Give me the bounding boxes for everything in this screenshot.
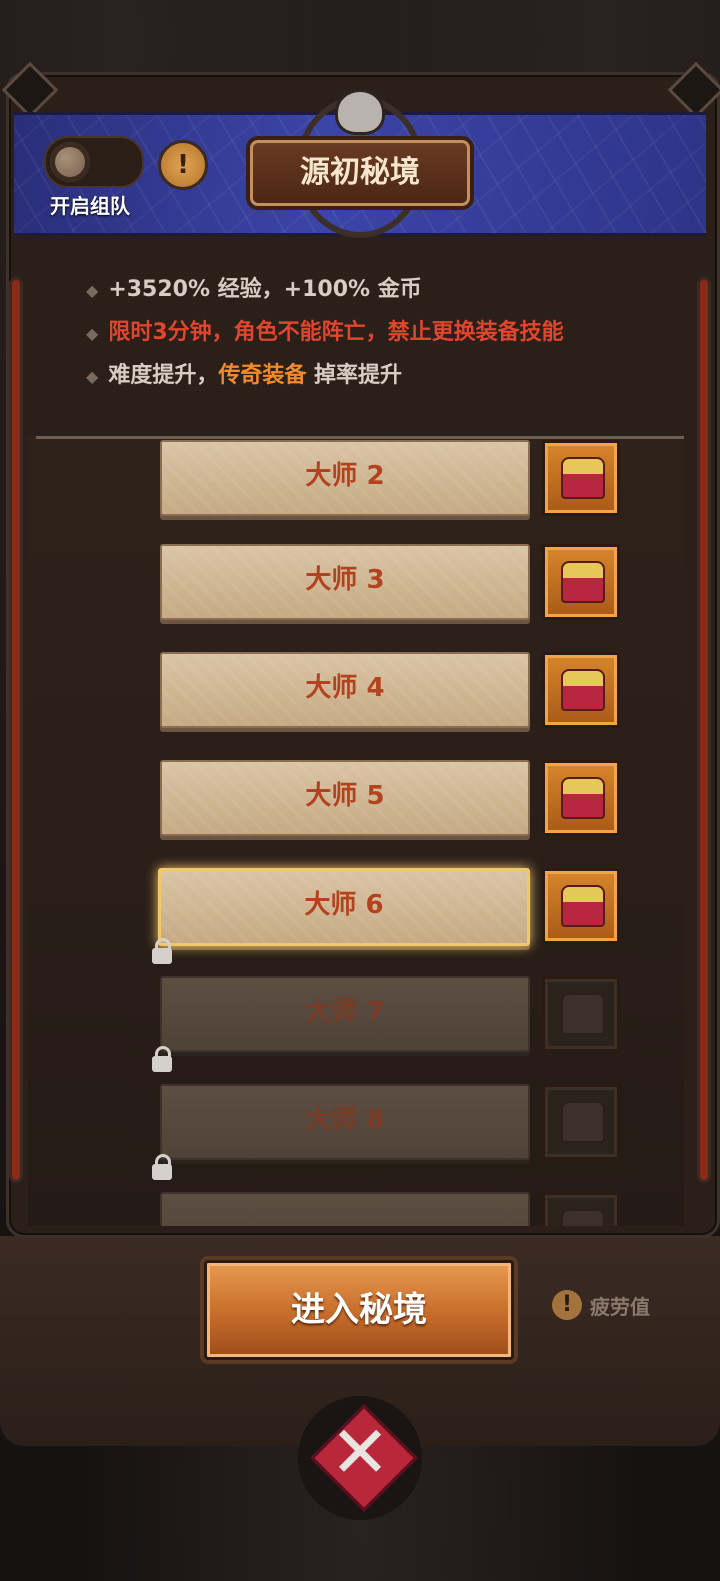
left-rail xyxy=(12,280,20,1180)
description-list: ◆ +3520% 经验，+100% 金币 ◆ 限时3分钟，角色不能阵亡，禁止更换装备… xyxy=(86,274,564,403)
team-toggle-label: 开启组队 xyxy=(50,194,130,218)
level-row-locked: 大师 8 xyxy=(152,1046,622,1160)
reward-chest-locked[interactable] xyxy=(542,1192,620,1226)
level-button-selected[interactable]: 大师 6 xyxy=(158,868,530,946)
description-item: ◆ 难度提升，传奇装备 掉率提升 xyxy=(86,360,564,403)
divider xyxy=(36,436,684,439)
chest-icon xyxy=(561,993,605,1035)
info-icon[interactable]: ! xyxy=(158,140,208,190)
description-item: ◆ +3520% 经验，+100% 金币 xyxy=(86,274,564,317)
close-icon[interactable]: ✕ xyxy=(320,1412,400,1492)
level-button[interactable]: 大师 5 xyxy=(160,760,530,836)
fatigue-info-icon[interactable]: ! xyxy=(552,1290,582,1320)
chest-icon xyxy=(561,457,605,499)
reward-chest[interactable] xyxy=(542,868,620,944)
page-title: 源初秘境 xyxy=(250,140,470,206)
level-row-locked xyxy=(152,1154,622,1226)
chest-icon xyxy=(561,1101,605,1143)
level-row: 大师 3 xyxy=(160,544,622,620)
lock-icon xyxy=(152,1154,172,1180)
chest-icon xyxy=(561,1209,605,1226)
toggle-knob xyxy=(50,142,90,182)
legendary-highlight: 传奇装备 xyxy=(218,363,307,388)
reward-chest-locked[interactable] xyxy=(542,976,620,1052)
reward-chest[interactable] xyxy=(542,652,620,728)
reward-text: +3520% 经验，+100% 金币 xyxy=(108,277,422,302)
diamond-bullet-icon: ◆ xyxy=(86,367,99,386)
reward-chest[interactable] xyxy=(542,544,620,620)
level-row: 大师 5 xyxy=(160,760,622,836)
chest-icon xyxy=(561,777,605,819)
description-item: ◆ 限时3分钟，角色不能阵亡，禁止更换装备技能 xyxy=(86,317,564,360)
level-button[interactable]: 大师 4 xyxy=(160,652,530,728)
chest-icon xyxy=(561,669,605,711)
level-list[interactable]: 大师 2 大师 3 大师 4 大师 5 大师 6 大师 7 大师 8 xyxy=(28,436,684,1226)
reward-chest[interactable] xyxy=(542,760,620,836)
skull-icon xyxy=(338,92,382,132)
level-button[interactable]: 大师 3 xyxy=(160,544,530,620)
diamond-bullet-icon: ◆ xyxy=(86,324,99,343)
difficulty-text: 难度提升， xyxy=(108,363,219,388)
level-row-selected: 大师 6 xyxy=(158,868,620,946)
rule-text: 限时3分钟，角色不能阵亡，禁止更换装备技能 xyxy=(108,320,564,345)
lock-icon xyxy=(152,938,172,964)
fatigue-label[interactable]: 疲劳值 xyxy=(590,1291,650,1320)
reward-chest[interactable] xyxy=(542,440,620,516)
lock-icon xyxy=(152,1046,172,1072)
chest-icon xyxy=(561,561,605,603)
level-button-locked[interactable]: 大师 7 xyxy=(160,976,530,1052)
reward-chest-locked[interactable] xyxy=(542,1084,620,1160)
diamond-bullet-icon: ◆ xyxy=(86,281,99,300)
level-row: 大师 4 xyxy=(160,652,622,728)
team-toggle[interactable] xyxy=(44,136,144,188)
level-button-locked[interactable] xyxy=(160,1192,530,1226)
level-button[interactable]: 大师 2 xyxy=(160,440,530,516)
enter-realm-button[interactable]: 进入秘境 xyxy=(204,1260,514,1360)
right-rail xyxy=(700,280,708,1180)
chest-icon xyxy=(561,885,605,927)
level-row-locked: 大师 7 xyxy=(152,938,622,1052)
level-button-locked[interactable]: 大师 8 xyxy=(160,1084,530,1160)
drop-rate-text: 掉率提升 xyxy=(306,363,403,388)
level-row: 大师 2 xyxy=(160,440,622,516)
